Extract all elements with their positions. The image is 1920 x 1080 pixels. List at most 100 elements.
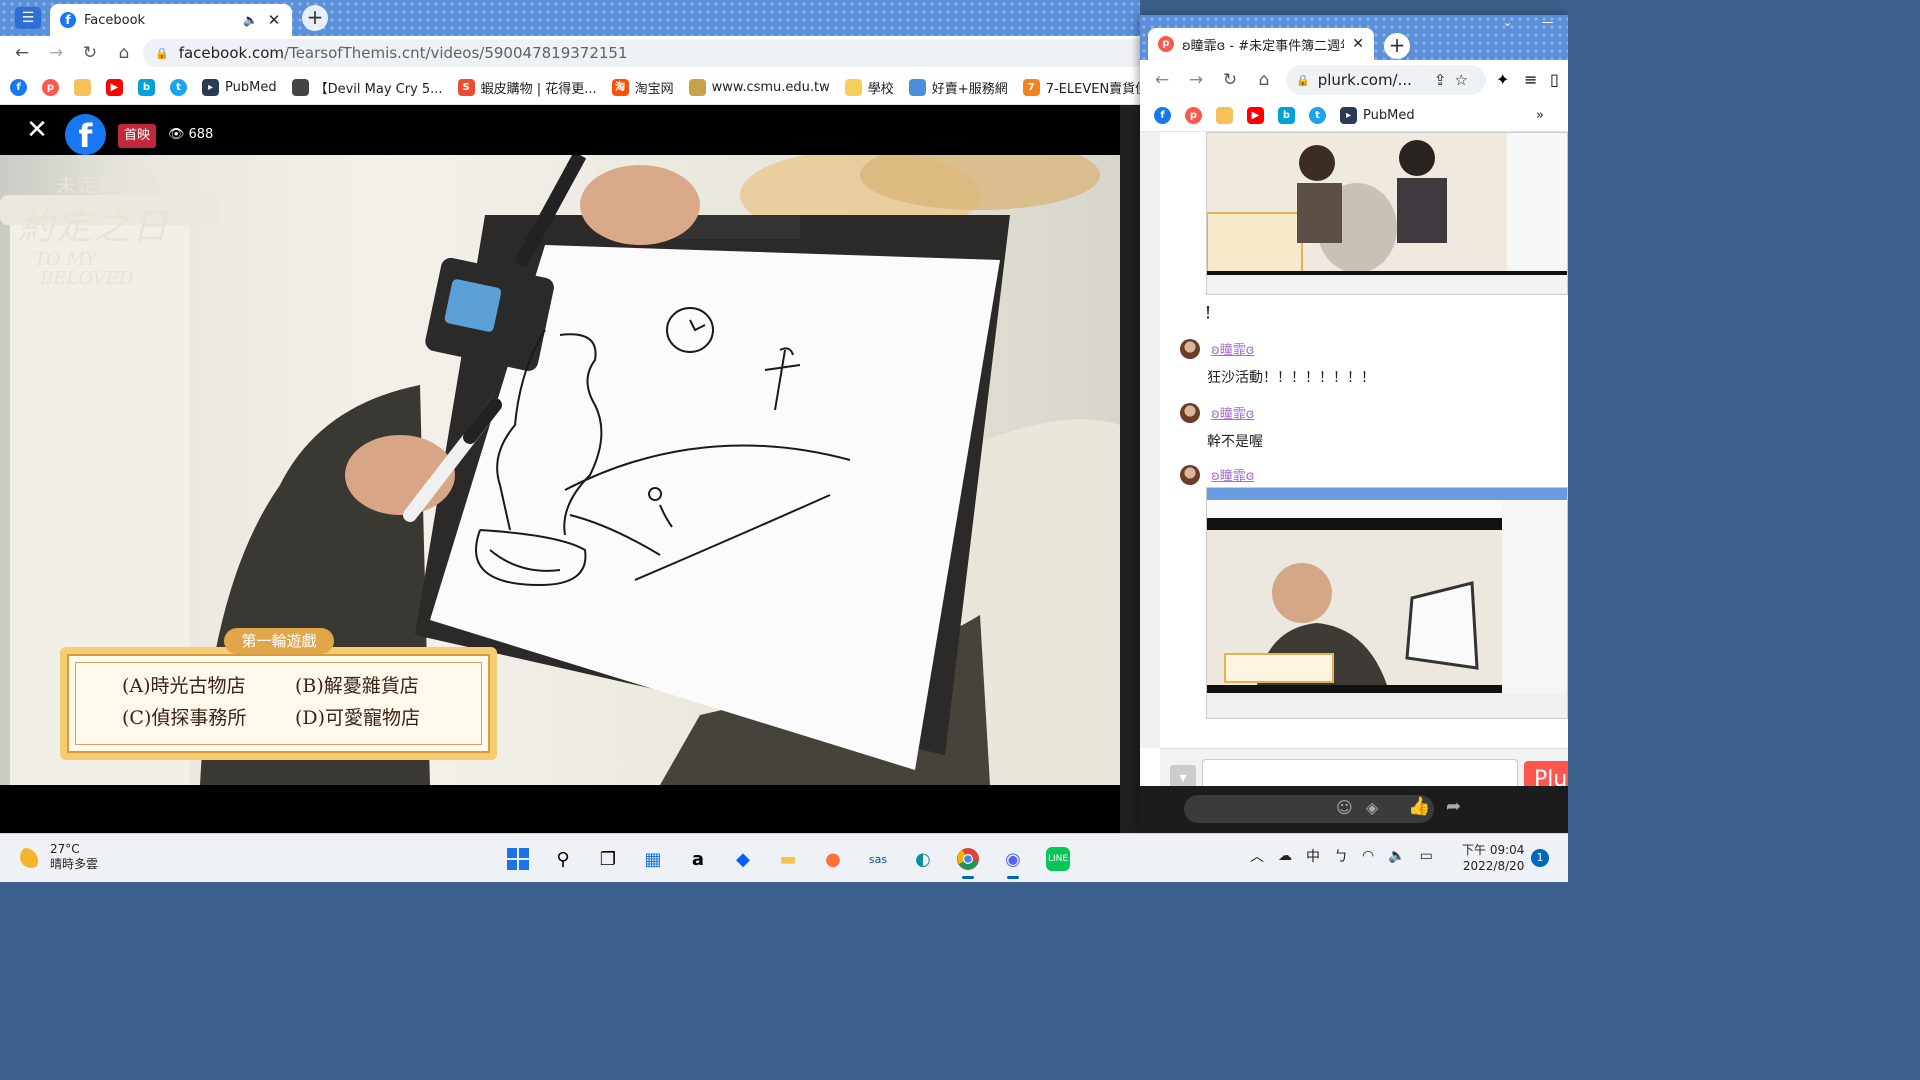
sas-icon[interactable]: sas [860, 841, 896, 877]
view-count: 👁 688 [168, 127, 213, 142]
date: 2022/8/20 [1462, 859, 1525, 873]
comment-input[interactable] [1184, 795, 1434, 823]
bookmark-shopee[interactable]: S 蝦皮購物 | 花得更... [457, 78, 597, 97]
bookmark-pubmed[interactable]: ▸ PubMed [1340, 107, 1415, 124]
youtube-icon[interactable]: ▶ [1247, 107, 1264, 124]
notification-badge[interactable]: 1 [1531, 849, 1549, 867]
chrome-icon[interactable] [950, 841, 986, 879]
plurk-icon[interactable]: p [1185, 107, 1202, 124]
search-icon[interactable]: ⚲ [545, 841, 581, 877]
reload-icon[interactable]: ↻ [74, 37, 106, 69]
bookmark-taobao[interactable]: 淘淘宝网 [611, 78, 674, 97]
amazon-icon[interactable]: a [680, 841, 716, 877]
file-explorer-icon[interactable]: ▬ [770, 841, 806, 877]
tab-search-icon[interactable]: ☰ [15, 7, 41, 29]
start-icon[interactable] [500, 841, 536, 877]
lock-icon[interactable]: 🔒 [1296, 74, 1310, 87]
wifi-icon[interactable]: ◠ [1362, 848, 1374, 864]
address-bar[interactable]: 🔒 plurk.com/... ⇪ ☆ [1286, 65, 1486, 95]
close-tab-icon[interactable]: ✕ [266, 11, 282, 29]
bookmark-label: 淘宝网 [634, 81, 674, 97]
discord-icon[interactable]: ◉ [995, 841, 1031, 879]
bookmark-label: 【Devil May Cry 5... [314, 81, 443, 97]
bookmark-bilibili[interactable]: b [138, 78, 155, 96]
plurk-tab-strip: p ʚ瞳霏ɞ - #未定事件簿二週年 ✕ + ⌄ — [1140, 15, 1568, 60]
share-icon[interactable]: ⇪ [1434, 71, 1447, 89]
bookmark-twitter[interactable]: t [170, 78, 187, 96]
twitter-icon: t [170, 78, 187, 96]
store-icon[interactable]: ▦ [635, 841, 671, 877]
home-icon[interactable]: ⌂ [108, 37, 140, 69]
more-bookmarks-icon[interactable]: » [1536, 108, 1544, 123]
tab-plurk[interactable]: p ʚ瞳霏ɞ - #未定事件簿二週年 ✕ [1148, 28, 1374, 60]
bookmark-devil-may-cry[interactable]: 【Devil May Cry 5... [291, 78, 443, 97]
bookmark-label: 7-ELEVEN賣貨便 [1045, 81, 1140, 97]
speaker-icon[interactable]: 🔈 [243, 13, 258, 27]
bookmark-haomai[interactable]: 好賣+服務網 [908, 78, 1008, 97]
weather-widget[interactable]: 27°C 晴時多雲 [20, 842, 98, 872]
back-icon[interactable]: ← [1146, 64, 1178, 96]
close-icon[interactable]: ✕ [24, 117, 50, 143]
bookmark-facebook[interactable]: f [10, 78, 27, 96]
facebook-logo-icon[interactable]: f [65, 114, 106, 155]
clock[interactable]: 下午 09:04 2022/8/20 [1462, 842, 1524, 874]
address-bar[interactable]: 🔒 facebook.com/TearsofThemis.cnt/videos/… [143, 39, 1140, 67]
tab-facebook[interactable]: f Facebook 🔈 ✕ [50, 4, 292, 36]
sidebar-icon[interactable]: ▯ [1550, 70, 1559, 89]
media-icon[interactable]: ≡ [1524, 70, 1537, 89]
username-link[interactable]: ʚ瞳霏ɞ [1211, 407, 1254, 422]
avatar[interactable] [1180, 338, 1200, 359]
sticker-icon[interactable]: ◈ [1366, 798, 1378, 817]
new-tab-button[interactable]: + [1384, 33, 1410, 59]
note-icon[interactable] [1216, 107, 1233, 124]
bookmark-pubmed[interactable]: ▸ PubMed [202, 78, 277, 96]
bookmark-youtube[interactable]: ▶ [106, 78, 123, 96]
forward-icon[interactable]: → [40, 37, 72, 69]
input-mode-icon[interactable]: ㄅ [1334, 846, 1348, 866]
volume-icon[interactable]: 🔈 [1388, 848, 1405, 864]
star-icon[interactable]: ☆ [1455, 71, 1468, 89]
bookmark-csmu[interactable]: www.csmu.edu.tw [688, 78, 830, 96]
bookmark-note[interactable] [74, 78, 91, 96]
desktop: ☰ f Facebook 🔈 ✕ + ← → ↻ ⌂ 🔒 facebook.co… [0, 0, 1568, 882]
eye-icon: 👁 [168, 127, 185, 142]
task-view-icon[interactable]: ❐ [590, 841, 626, 877]
battery-icon[interactable]: ▭ [1420, 848, 1433, 864]
extensions-icon[interactable]: ✦ [1496, 70, 1509, 89]
new-tab-button[interactable]: + [302, 5, 328, 31]
reload-icon[interactable]: ↻ [1214, 64, 1246, 96]
chevron-up-icon[interactable]: ︿ [1250, 846, 1264, 866]
ime-indicator[interactable]: 中 [1306, 846, 1320, 866]
edge-icon[interactable]: ◐ [905, 841, 941, 877]
bookmark-folder-school[interactable]: 學校 [844, 78, 894, 97]
share-icon[interactable]: ➦ [1446, 796, 1461, 817]
dropbox-icon[interactable]: ◆ [725, 841, 761, 877]
bookmark-plurk[interactable]: p [42, 78, 59, 96]
twitter-icon[interactable]: t [1309, 107, 1326, 124]
video-frame[interactable]: 未定事件簿 約定之日 TO MY BELOVED 第一輪遊戲 (A)時光古物店 … [0, 155, 1120, 785]
bilibili-icon[interactable]: b [1278, 107, 1295, 124]
forward-icon[interactable]: → [1180, 64, 1212, 96]
username-link[interactable]: ʚ瞳霏ɞ [1211, 343, 1254, 358]
like-icon[interactable]: 👍 [1408, 796, 1430, 817]
time: 下午 09:04 [1462, 843, 1525, 857]
line-icon[interactable]: LINE [1040, 841, 1076, 877]
facebook-icon[interactable]: f [1154, 107, 1171, 124]
avatar[interactable] [1180, 402, 1200, 423]
attached-screenshot[interactable] [1206, 132, 1568, 295]
back-icon[interactable]: ← [6, 37, 38, 69]
emoji-icon[interactable]: ☺ [1336, 798, 1353, 817]
lock-icon[interactable]: 🔒 [155, 47, 169, 60]
cloud-icon[interactable]: ☁ [1278, 848, 1292, 864]
username-link[interactable]: ʚ瞳霏ɞ [1211, 469, 1254, 484]
system-tray: ︿ ☁ 中 ㄅ ◠ 🔈 ▭ [1250, 846, 1433, 866]
bookmark-7-eleven[interactable]: 7 7-ELEVEN賣貨便 [1022, 78, 1140, 97]
minimize-icon[interactable]: — [1542, 15, 1554, 37]
folder-icon [844, 78, 862, 96]
home-icon[interactable]: ⌂ [1248, 64, 1280, 96]
chevron-down-icon[interactable]: ⌄ [1502, 15, 1512, 37]
attached-screenshot[interactable] [1206, 487, 1568, 719]
avatar[interactable] [1180, 464, 1200, 485]
firefox-icon[interactable]: ● [815, 841, 851, 877]
close-tab-icon[interactable]: ✕ [1352, 36, 1364, 52]
